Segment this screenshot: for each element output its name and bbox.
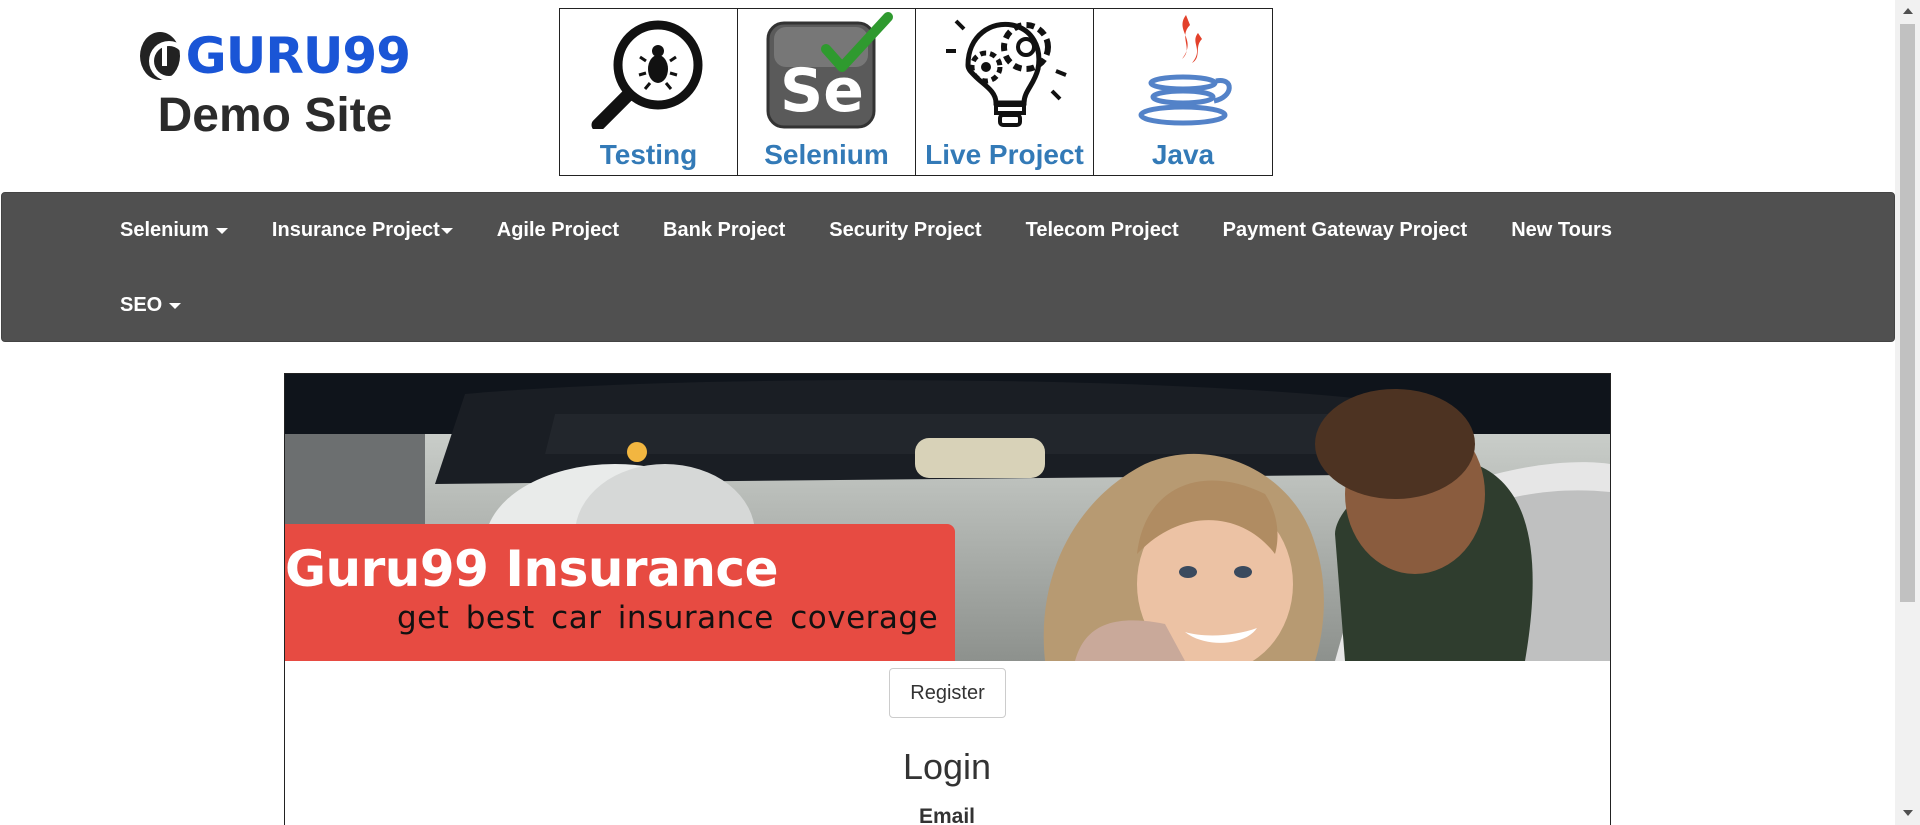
register-button[interactable]: Register bbox=[889, 668, 1006, 718]
topic-java[interactable]: Java bbox=[1094, 9, 1272, 175]
banner-title: Guru99 Insurance bbox=[285, 540, 778, 598]
topic-live-project[interactable]: Live Project bbox=[916, 9, 1094, 175]
nav-label: Agile Project bbox=[496, 219, 620, 241]
topic-label: Testing bbox=[599, 139, 698, 170]
nav-label: Insurance Project bbox=[271, 219, 440, 241]
site-logo[interactable]: GURU99 Demo Site bbox=[140, 22, 411, 143]
topic-label: Live Project bbox=[925, 139, 1084, 170]
nav-security-project[interactable]: Security Project bbox=[807, 193, 1003, 268]
nav-label: New Tours bbox=[1511, 219, 1612, 241]
selenium-check-icon: Se bbox=[766, 12, 893, 129]
nav-label: Telecom Project bbox=[1025, 219, 1179, 241]
nav-telecom-project[interactable]: Telecom Project bbox=[1004, 193, 1201, 268]
topic-label: Selenium bbox=[764, 139, 889, 170]
login-heading: Login bbox=[902, 746, 992, 787]
caret-down-icon bbox=[169, 302, 182, 309]
topic-selenium[interactable]: Se Selenium bbox=[738, 9, 916, 175]
logo-line: GURU99 bbox=[140, 22, 411, 90]
svg-text:Se: Se bbox=[780, 56, 864, 126]
nav-label: Security Project bbox=[829, 219, 982, 241]
bug-magnifier-icon bbox=[591, 20, 703, 129]
nav-label: Selenium bbox=[120, 219, 209, 241]
caret-down-icon bbox=[215, 227, 228, 234]
guru99-logo-icon bbox=[140, 32, 189, 81]
logo-subtitle: Demo Site bbox=[157, 89, 393, 142]
main-navbar: Selenium Insurance Project Agile Project… bbox=[1, 192, 1895, 342]
scrollbar-thumb[interactable] bbox=[1900, 24, 1915, 602]
nav-selenium[interactable]: Selenium bbox=[98, 193, 250, 268]
navbar-row: Selenium Insurance Project Agile Project… bbox=[98, 193, 1634, 268]
nav-seo[interactable]: SEO bbox=[98, 268, 203, 343]
java-cup-icon bbox=[1138, 15, 1232, 126]
topic-nav: Testing Se Selenium Live Project Java bbox=[559, 8, 1273, 176]
site-header: GURU99 Demo Site Testing Se Selenium Liv… bbox=[0, 0, 1920, 190]
banner-subtitle: get best car insurance coverage bbox=[397, 600, 939, 636]
nav-bank-project[interactable]: Bank Project bbox=[641, 193, 807, 268]
navbar-row: SEO bbox=[98, 268, 203, 343]
lightbulb-gears-icon bbox=[946, 19, 1067, 127]
nav-insurance-project[interactable]: Insurance Project bbox=[250, 193, 475, 268]
scroll-up-arrow-icon[interactable] bbox=[1895, 0, 1920, 24]
nav-label: Bank Project bbox=[663, 219, 786, 241]
logo-text: GURU99 bbox=[185, 27, 411, 85]
nav-label: Payment Gateway Project bbox=[1222, 219, 1468, 241]
nav-payment-gateway-project[interactable]: Payment Gateway Project bbox=[1201, 193, 1490, 268]
page-scrollbar[interactable] bbox=[1895, 0, 1920, 825]
scroll-down-arrow-icon[interactable] bbox=[1895, 801, 1920, 825]
caret-down-icon bbox=[440, 227, 453, 234]
topic-label: Java bbox=[1151, 139, 1215, 170]
nav-agile-project[interactable]: Agile Project bbox=[475, 193, 641, 268]
insurance-banner: Guru99 Insurance get best car insurance … bbox=[285, 374, 1610, 661]
nav-new-tours[interactable]: New Tours bbox=[1489, 193, 1634, 268]
nav-label: SEO bbox=[120, 294, 163, 316]
email-label: Email bbox=[918, 805, 976, 825]
topic-testing[interactable]: Testing bbox=[560, 9, 738, 175]
